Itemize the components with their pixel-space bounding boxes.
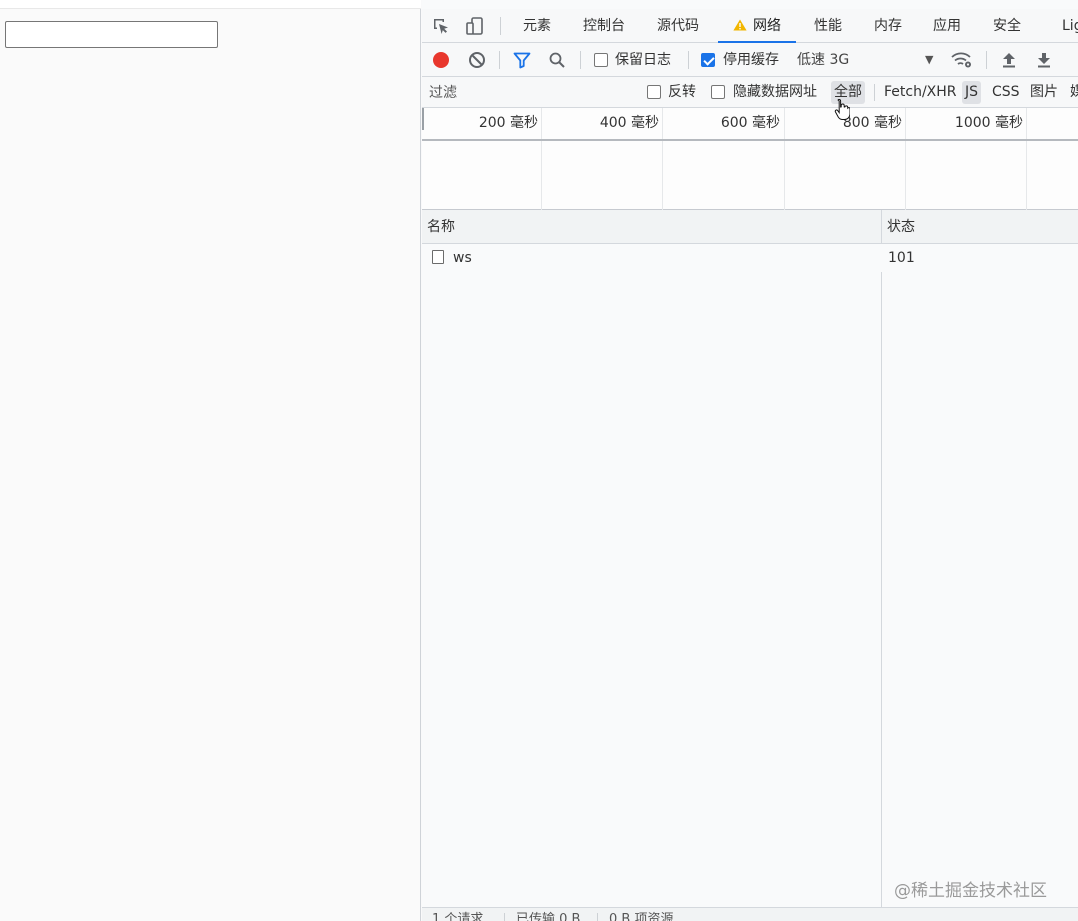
clear-icon[interactable] — [466, 49, 488, 71]
timeline-overview[interactable]: 200 毫秒 400 毫秒 600 毫秒 800 毫秒 1000 毫秒 — [422, 108, 1078, 210]
preserve-log-checkbox[interactable] — [594, 53, 608, 67]
import-har-icon[interactable] — [998, 49, 1020, 71]
toolbar-separator — [580, 51, 581, 69]
preserve-log-label: 保留日志 — [615, 52, 671, 68]
requests-table-header: 名称 状态 — [422, 210, 1078, 244]
tab-sources[interactable]: 源代码 — [650, 9, 706, 43]
toolbar-separator — [688, 51, 689, 69]
timeline-tick-label: 1000 毫秒 — [954, 115, 1023, 131]
type-filter-js[interactable]: JS — [962, 81, 982, 104]
devtools-panel: 元素 控制台 源代码 网络 性能 内存 应用 安全 Lig 保留日志 停用缓存 — [422, 0, 1078, 921]
hide-data-urls-checkbox[interactable] — [711, 85, 725, 99]
timeline-tick-label: 400 毫秒 — [599, 115, 659, 131]
request-status: 101 — [888, 250, 915, 266]
toolbar-separator — [986, 51, 987, 69]
type-filter-fetch-xhr[interactable]: Fetch/XHR — [881, 81, 960, 104]
document-icon — [432, 250, 444, 264]
column-header-name[interactable]: 名称 — [422, 210, 881, 244]
page-viewport — [0, 0, 421, 921]
inspect-element-icon[interactable] — [430, 15, 452, 37]
network-toolbar: 保留日志 停用缓存 低速 3G ▼ — [422, 43, 1078, 77]
page-text-input[interactable] — [5, 21, 218, 48]
search-icon[interactable] — [546, 49, 568, 71]
tab-memory[interactable]: 内存 — [868, 9, 908, 43]
watermark: @稀土掘金技术社区 — [894, 881, 1047, 901]
warning-icon — [733, 19, 747, 31]
export-har-icon[interactable] — [1033, 49, 1055, 71]
column-header-status[interactable]: 状态 — [882, 210, 1078, 244]
table-row[interactable]: ws 101 — [422, 244, 1078, 272]
disable-cache-checkbox[interactable] — [701, 53, 715, 67]
timeline-tick-label: 600 毫秒 — [720, 115, 780, 131]
device-toolbar-icon[interactable] — [464, 15, 486, 37]
hand-cursor-icon — [834, 98, 850, 120]
invert-label: 反转 — [668, 84, 696, 100]
column-divider[interactable] — [881, 210, 882, 910]
filter-icon[interactable] — [511, 49, 533, 71]
tab-performance[interactable]: 性能 — [808, 9, 848, 43]
status-transferred: 已传输 0 B — [516, 912, 581, 921]
timeline-ruler: 200 毫秒 400 毫秒 600 毫秒 800 毫秒 1000 毫秒 — [422, 108, 1078, 141]
toolbar-separator — [499, 51, 500, 69]
tab-network[interactable]: 网络 — [718, 9, 796, 43]
tab-application[interactable]: 应用 — [927, 9, 967, 43]
chevron-down-icon[interactable]: ▼ — [925, 43, 933, 77]
invert-checkbox[interactable] — [647, 85, 661, 99]
tab-console[interactable]: 控制台 — [576, 9, 632, 43]
devtools-tabbar: 元素 控制台 源代码 网络 性能 内存 应用 安全 Lig — [422, 9, 1078, 43]
throttling-select[interactable]: 低速 3G — [797, 43, 849, 77]
tab-network-label: 网络 — [753, 18, 781, 34]
tab-elements[interactable]: 元素 — [514, 9, 560, 43]
page-top-edge — [0, 0, 421, 9]
type-filter-img[interactable]: 图片 — [1027, 81, 1061, 104]
status-separator — [597, 913, 598, 921]
filter-separator — [874, 84, 875, 101]
hide-data-urls-label: 隐藏数据网址 — [733, 84, 817, 100]
status-resources: 0 B 项资源 — [609, 912, 674, 921]
network-status-bar: 1 个请求 已传输 0 B 0 B 项资源 — [422, 907, 1078, 921]
disable-cache-label: 停用缓存 — [723, 52, 779, 68]
tabbar-separator — [500, 17, 501, 35]
status-requests: 1 个请求 — [432, 912, 484, 921]
filter-input[interactable] — [426, 80, 626, 105]
type-filter-media[interactable]: 媒 — [1067, 81, 1078, 104]
tab-security[interactable]: 安全 — [987, 9, 1027, 43]
record-icon[interactable] — [430, 49, 452, 71]
type-filter-css[interactable]: CSS — [989, 81, 1023, 104]
request-name: ws — [453, 250, 472, 266]
filter-bar: 反转 隐藏数据网址 全部 Fetch/XHR JS CSS 图片 媒 — [422, 77, 1078, 108]
network-conditions-icon[interactable] — [951, 49, 973, 71]
status-separator — [504, 913, 505, 921]
timeline-tick-label: 200 毫秒 — [478, 115, 538, 131]
tab-lighthouse[interactable]: Lig — [1062, 9, 1078, 43]
